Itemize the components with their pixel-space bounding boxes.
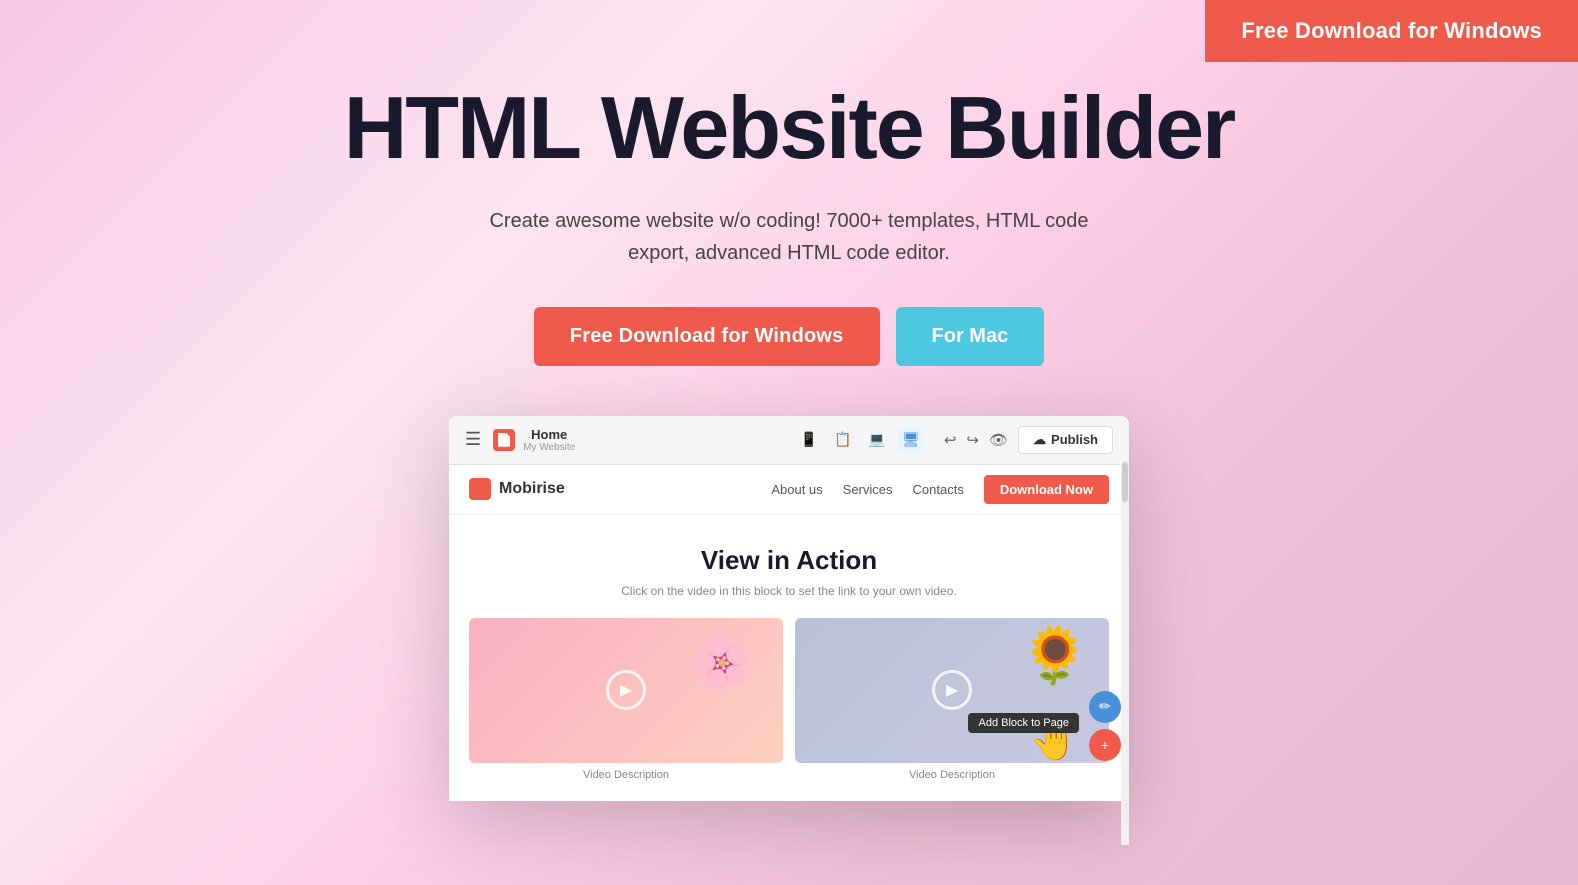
page-name-main: Home bbox=[523, 427, 575, 442]
nav-contacts[interactable]: Contacts bbox=[913, 482, 964, 497]
undo-icon[interactable]: ↩ bbox=[944, 431, 957, 449]
add-block-button[interactable]: + bbox=[1089, 729, 1121, 761]
app-download-button[interactable]: Download Now bbox=[984, 475, 1109, 504]
hero-title: HTML Website Builder bbox=[344, 80, 1235, 177]
download-mac-button[interactable]: For Mac bbox=[896, 307, 1045, 366]
video-desc-2: Video Description bbox=[795, 769, 1109, 781]
page-name-sub: My Website bbox=[523, 442, 575, 453]
video-grid: 🌸 ▶ Video Description 🌻 🤚 ▶ Video Descri… bbox=[469, 618, 1109, 781]
app-content: View in Action Click on the video in thi… bbox=[449, 515, 1129, 801]
top-download-button[interactable]: Free Download for Windows bbox=[1205, 0, 1578, 62]
video-thumb-2[interactable]: 🌻 🤚 ▶ bbox=[795, 618, 1109, 763]
tablet-icon[interactable]: 📋 bbox=[830, 427, 856, 453]
cta-button-group: Free Download for Windows For Mac bbox=[534, 307, 1044, 366]
play-button-2[interactable]: ▶ bbox=[932, 670, 972, 710]
app-preview-wrapper: ☰ Home My Website 📱 📋 💻 🖥 ↩ ↪ bbox=[449, 416, 1129, 801]
page-name-block: Home My Website bbox=[523, 427, 575, 453]
app-logo: Mobirise bbox=[469, 478, 771, 500]
preview-icon[interactable]: 👁 bbox=[989, 431, 1008, 449]
video-item-2: 🌻 🤚 ▶ Video Description bbox=[795, 618, 1109, 781]
section-title: View in Action bbox=[469, 545, 1109, 576]
hero-subtitle: Create awesome website w/o coding! 7000+… bbox=[459, 205, 1119, 269]
edit-button[interactable]: ✏ bbox=[1089, 691, 1121, 723]
scrollbar[interactable] bbox=[1121, 460, 1129, 845]
toolbar-actions: ↩ ↪ 👁 ☁ Publish bbox=[944, 426, 1113, 454]
laptop-icon[interactable]: 💻 bbox=[864, 427, 890, 453]
publish-cloud-icon: ☁ bbox=[1033, 432, 1046, 448]
publish-button[interactable]: ☁ Publish bbox=[1018, 426, 1113, 454]
scroll-thumb[interactable] bbox=[1122, 462, 1128, 502]
app-preview: ☰ Home My Website 📱 📋 💻 🖥 ↩ ↪ bbox=[449, 416, 1129, 801]
video-desc-1: Video Description bbox=[469, 769, 783, 781]
app-nav-links: About us Services Contacts Download Now bbox=[771, 475, 1109, 504]
publish-label: Publish bbox=[1051, 432, 1098, 447]
logo-icon bbox=[469, 478, 491, 500]
video-thumb-1[interactable]: 🌸 ▶ bbox=[469, 618, 783, 763]
download-windows-button[interactable]: Free Download for Windows bbox=[534, 307, 880, 366]
menu-icon[interactable]: ☰ bbox=[465, 429, 481, 450]
device-icons: 📱 📋 💻 🖥 bbox=[796, 427, 924, 453]
app-toolbar: ☰ Home My Website 📱 📋 💻 🖥 ↩ ↪ bbox=[449, 416, 1129, 465]
desktop-icon[interactable]: 🖥 bbox=[898, 427, 924, 453]
nav-about[interactable]: About us bbox=[771, 482, 822, 497]
app-navbar: Mobirise About us Services Contacts Down… bbox=[449, 465, 1129, 515]
play-button-1[interactable]: ▶ bbox=[606, 670, 646, 710]
video-item-1: 🌸 ▶ Video Description bbox=[469, 618, 783, 781]
logo-text: Mobirise bbox=[499, 480, 565, 498]
flower-decoration-2: 🌻 bbox=[1021, 623, 1089, 688]
redo-icon[interactable]: ↪ bbox=[966, 431, 979, 449]
side-action-buttons: ✏ Add Block to Page + bbox=[1089, 691, 1129, 761]
hero-section: HTML Website Builder Create awesome webs… bbox=[0, 0, 1578, 801]
page-file-icon bbox=[493, 429, 515, 451]
nav-services[interactable]: Services bbox=[843, 482, 893, 497]
mobile-icon[interactable]: 📱 bbox=[796, 427, 822, 453]
add-block-tooltip: Add Block to Page bbox=[968, 713, 1079, 733]
section-subtitle: Click on the video in this block to set … bbox=[469, 584, 1109, 598]
flower-decoration-1: 🌸 bbox=[684, 626, 759, 699]
toolbar-page-info: Home My Website bbox=[493, 427, 784, 453]
